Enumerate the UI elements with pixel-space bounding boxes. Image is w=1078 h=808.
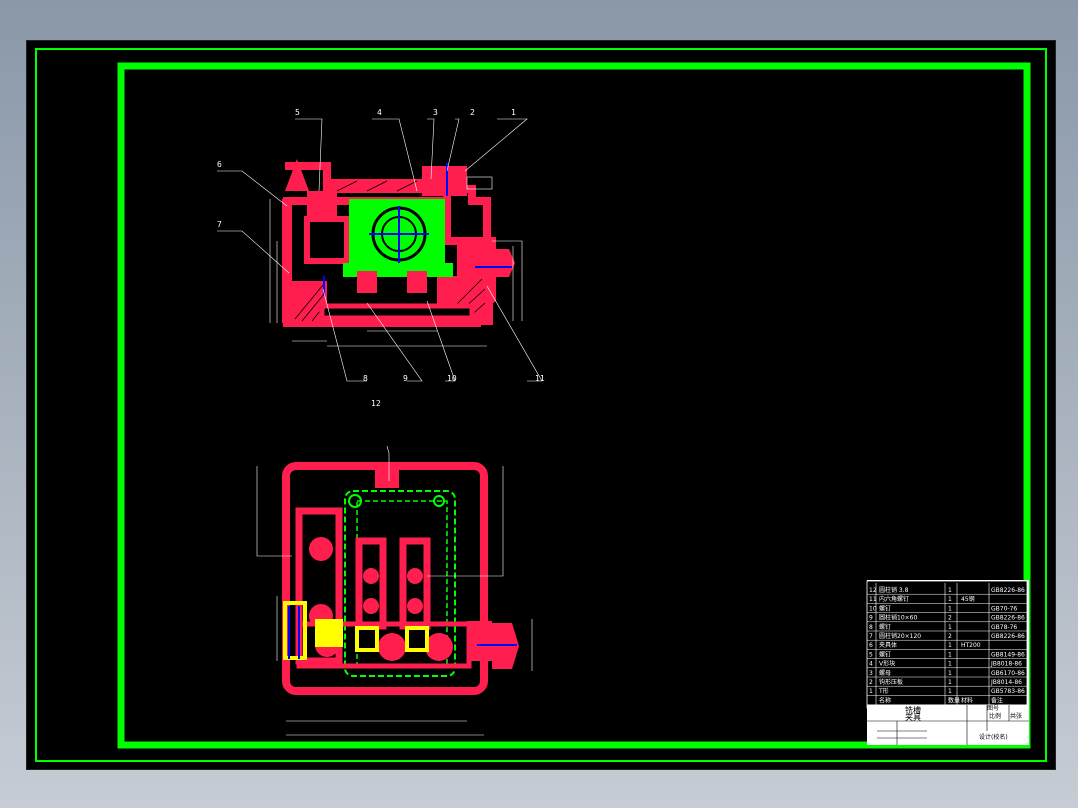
parts-cell-qty: 1 <box>948 679 952 686</box>
top-view: 12 <box>256 399 533 736</box>
parts-cell-no: 9 <box>869 615 873 622</box>
parts-cell-name: 螺母 <box>879 669 891 677</box>
balloon-7: 7 <box>217 220 222 229</box>
parts-cell-qty: 1 <box>948 670 952 677</box>
left-wall <box>282 199 292 323</box>
parts-cell-name: T形 <box>878 687 889 695</box>
ratio-label: 比例 <box>989 712 1001 720</box>
parts-cell-name: 夹具体 <box>879 641 897 649</box>
balloon-9: 9 <box>403 374 408 383</box>
parts-cell-no: 4 <box>869 661 873 668</box>
parts-cell-std: GB8149-86 <box>991 651 1025 658</box>
balloon-2: 2 <box>470 108 475 117</box>
parts-cell-material: 45钢 <box>961 595 975 603</box>
parts-cell-name: 内六角螺钉 <box>879 595 909 603</box>
parts-cell-qty: 1 <box>948 624 952 631</box>
parts-cell-qty: 1 <box>948 642 952 649</box>
balloon-6: 6 <box>217 160 222 169</box>
parts-cell-qty: 1 <box>948 596 952 603</box>
right-knob <box>457 241 492 276</box>
balloon-4: 4 <box>377 108 382 117</box>
top-key <box>375 466 399 488</box>
parts-cell-name: 螺钉 <box>879 623 891 631</box>
drawing-sheet: 5 4 3 2 1 6 7 8 9 10 11 12 12 圆柱销 3.8 1 … <box>26 40 1056 770</box>
parts-cell-name: 名称 <box>879 696 891 704</box>
parts-cell-name: V形块 <box>879 660 895 668</box>
school-label: 设计(校名) <box>979 733 1008 741</box>
balloon-10: 10 <box>447 374 457 383</box>
parts-cell-std: GB6170-86 <box>991 670 1025 677</box>
balloon-3: 3 <box>433 108 438 117</box>
parts-cell-qty: 2 <box>948 615 952 622</box>
parts-cell-name: 圆柱销20×120 <box>879 632 921 640</box>
parts-cell-material: HT200 <box>961 642 981 649</box>
parts-cell-qty: 1 <box>948 651 952 658</box>
parts-cell-qty: 1 <box>948 688 952 695</box>
sheet-label: 共张 <box>1010 712 1022 720</box>
parts-cell-qty: 1 <box>948 605 952 612</box>
parts-cell-no: 2 <box>869 679 873 686</box>
parts-cell-std: GB8226-86 <box>991 615 1025 622</box>
parts-cell-name: 圆柱销 3.8 <box>879 586 909 594</box>
parts-cell-no: 1 <box>869 688 873 695</box>
parts-cell-std: GB78-76 <box>991 624 1017 631</box>
parts-cell-name: 钩形压板 <box>879 678 903 686</box>
balloon-12: 12 <box>371 399 381 408</box>
parts-list: 12 圆柱销 3.8 1 GB8226-8611 内六角螺钉 1 45钢10 螺钉 1 GB70-… <box>866 580 1029 709</box>
front-view: 5 4 3 2 1 6 7 8 9 10 11 <box>217 108 545 383</box>
parts-cell-name: 圆柱销10×60 <box>879 614 917 622</box>
clamp-head <box>422 166 467 196</box>
balloon-11: 11 <box>535 374 545 383</box>
parts-cell-std: GB70-76 <box>991 605 1017 612</box>
parts-cell-no: 3 <box>869 670 873 677</box>
parts-cell-material: 材料 <box>961 696 973 704</box>
parts-cell-no: 6 <box>869 642 873 649</box>
parts-cell-no: 7 <box>869 633 873 640</box>
parts-cell-qty: 数量 <box>948 696 960 704</box>
title-line2: 夹具 <box>905 712 921 722</box>
parts-cell-no: 11 <box>869 596 877 603</box>
balloon-8: 8 <box>363 374 368 383</box>
cad-drawing: 5 4 3 2 1 6 7 8 9 10 11 12 12 圆柱销 3.8 1 … <box>35 48 1047 762</box>
parts-cell-name: 螺钉 <box>879 604 891 612</box>
balloon-1: 1 <box>511 108 516 117</box>
parts-cell-no: 12 <box>869 587 877 594</box>
parts-cell-qty: 2 <box>948 633 952 640</box>
parts-cell-name: 螺钉 <box>879 650 891 658</box>
parts-cell-no: 10 <box>869 605 877 612</box>
balloon-5: 5 <box>295 108 300 117</box>
title-block: 铣槽 夹具 图号 比例 共张 设计(校名) <box>867 705 1029 745</box>
parts-cell-no: 5 <box>869 651 873 658</box>
parts-cell-std: GB5783-86 <box>991 688 1025 695</box>
parts-cell-qty: 1 <box>948 661 952 668</box>
drawing-no-label: 图号 <box>987 705 999 712</box>
parts-cell-std: GB8226-86 <box>991 633 1025 640</box>
parts-cell-std: JB8014-86 <box>990 679 1022 686</box>
parts-cell-no: 8 <box>869 624 873 631</box>
parts-cell-std: 备注 <box>991 696 1003 704</box>
parts-cell-std: JB8018-86 <box>990 661 1022 668</box>
parts-cell-qty: 1 <box>948 587 952 594</box>
parts-cell-std: GB8226-86 <box>991 587 1025 594</box>
